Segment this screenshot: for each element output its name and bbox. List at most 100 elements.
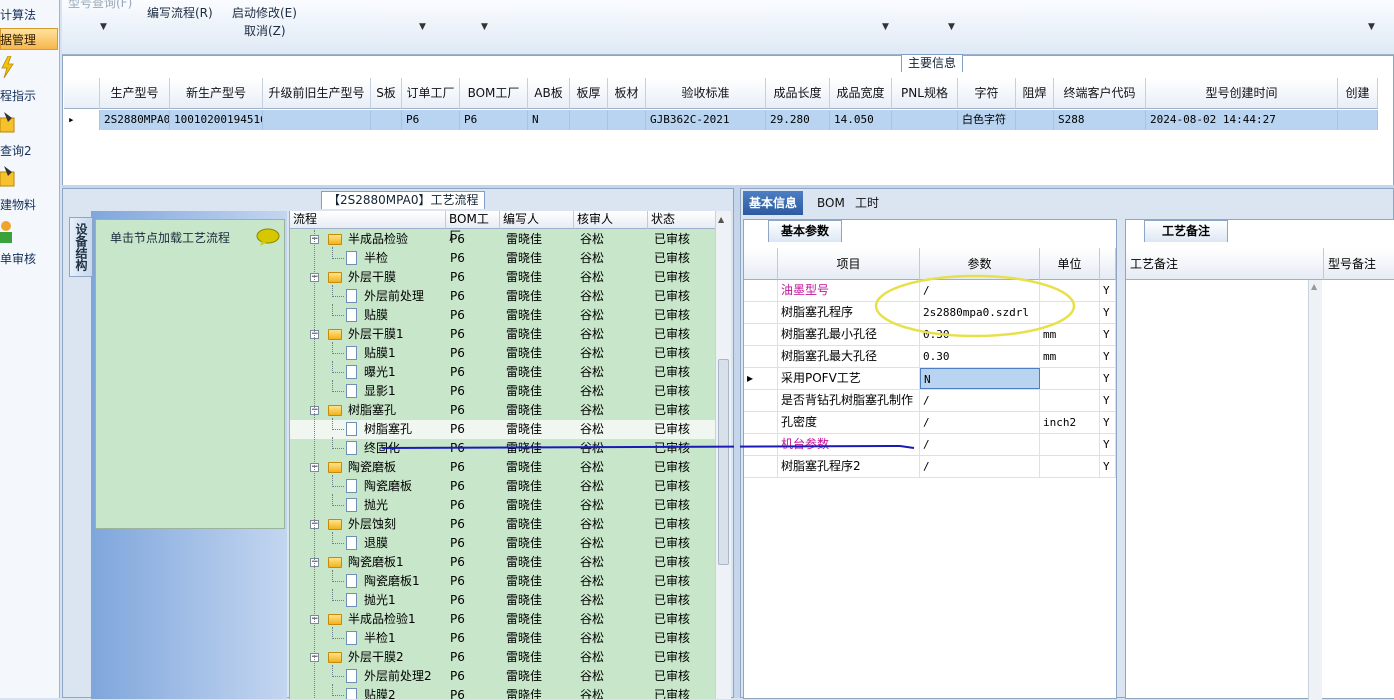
vertical-splitter[interactable] bbox=[734, 188, 740, 698]
device-structure-tab[interactable]: 设备结构 bbox=[69, 217, 93, 277]
table-cell[interactable]: 2024-08-02 14:44:27 bbox=[1146, 110, 1338, 130]
chevron-down-icon[interactable]: ▼ bbox=[948, 22, 955, 32]
param-value[interactable]: N bbox=[920, 368, 1040, 389]
edit-flow-button[interactable]: 编写流程(R) bbox=[147, 4, 213, 21]
col-header[interactable]: 创建 bbox=[1338, 78, 1378, 109]
table-cell[interactable]: 29.280 bbox=[766, 110, 830, 130]
tree-row[interactable]: 陶瓷磨板1 P6 雷晓佳 谷松 已审核 bbox=[290, 570, 715, 591]
param-value[interactable]: / bbox=[920, 434, 1040, 455]
col-header[interactable]: 字符 bbox=[958, 78, 1016, 109]
table-cell[interactable] bbox=[570, 110, 608, 130]
table-cell[interactable] bbox=[1016, 110, 1054, 130]
col-header[interactable]: 板厚 bbox=[570, 78, 608, 109]
nav-item-create-material[interactable]: 建物料 bbox=[0, 196, 36, 213]
tree-row[interactable]: − 外层干膜1 P6 雷晓佳 谷松 已审核 bbox=[290, 325, 715, 344]
tree-row[interactable]: − 外层干膜2 P6 雷晓佳 谷松 已审核 bbox=[290, 648, 715, 667]
table-cell[interactable]: P6 bbox=[460, 110, 528, 130]
param-row[interactable]: 孔密度 / inch2 Y bbox=[744, 412, 1116, 434]
table-cell[interactable] bbox=[608, 110, 646, 130]
nav-item-query2[interactable]: 查询2 bbox=[0, 142, 32, 159]
col-header[interactable]: 生产型号 bbox=[100, 78, 170, 109]
tree-row[interactable]: − 外层干膜 P6 雷晓佳 谷松 已审核 bbox=[290, 268, 715, 287]
col-bom-factory[interactable]: BOM工厂 bbox=[446, 211, 500, 243]
chevron-down-icon[interactable]: ▼ bbox=[481, 22, 488, 32]
col-process-remark[interactable]: 工艺备注 bbox=[1126, 248, 1324, 280]
tree-row[interactable]: 树脂塞孔 P6 雷晓佳 谷松 已审核 bbox=[290, 418, 715, 439]
param-row[interactable]: 是否背钻孔树脂塞孔制作 / Y bbox=[744, 390, 1116, 412]
nav-item-review[interactable]: 单审核 bbox=[0, 250, 36, 267]
table-cell[interactable]: 14.050 bbox=[830, 110, 892, 130]
tree-row[interactable]: 贴膜 P6 雷晓佳 谷松 已审核 bbox=[290, 304, 715, 325]
table-cell[interactable]: GJB362C-2021 bbox=[646, 110, 766, 130]
tree-row[interactable]: − 陶瓷磨板1 P6 雷晓佳 谷松 已审核 bbox=[290, 553, 715, 572]
table-cell[interactable]: P6 bbox=[402, 110, 460, 130]
col-header[interactable]: 板材 bbox=[608, 78, 646, 109]
nav-item-calc[interactable]: 计算法 bbox=[0, 6, 36, 23]
col-header[interactable]: AB板 bbox=[528, 78, 570, 109]
param-value[interactable]: / bbox=[920, 456, 1040, 477]
tree-row[interactable]: − 外层蚀刻 P6 雷晓佳 谷松 已审核 bbox=[290, 515, 715, 534]
col-header[interactable]: 成品长度 bbox=[766, 78, 830, 109]
col-header[interactable]: PNL规格 bbox=[892, 78, 958, 109]
col-writer[interactable]: 编写人 bbox=[500, 211, 574, 229]
tab-basic-info[interactable]: 基本信息 bbox=[743, 191, 804, 215]
col-flow[interactable]: 流程 bbox=[290, 211, 446, 229]
col-header[interactable]: BOM工厂 bbox=[460, 78, 528, 109]
col-header[interactable]: 订单工厂 bbox=[402, 78, 460, 109]
table-cell[interactable] bbox=[371, 110, 402, 130]
col-header[interactable]: 终端客户代码 bbox=[1054, 78, 1146, 109]
param-value[interactable]: / bbox=[920, 390, 1040, 411]
chevron-down-icon[interactable]: ▼ bbox=[419, 22, 426, 32]
basic-params-tab[interactable]: 基本参数 bbox=[768, 220, 842, 242]
table-cell[interactable] bbox=[892, 110, 958, 130]
tree-row[interactable]: − 半成品检验1 P6 雷晓佳 谷松 已审核 bbox=[290, 610, 715, 629]
flow-tab[interactable]: 【2S2880MPA0】工艺流程 bbox=[321, 191, 486, 209]
table-cell[interactable]: 2S2880MPA0 bbox=[100, 110, 170, 130]
col-header[interactable]: 型号创建时间 bbox=[1146, 78, 1338, 109]
tree-row[interactable]: 显影1 P6 雷晓佳 谷松 已审核 bbox=[290, 380, 715, 401]
col-header[interactable]: 阻焊 bbox=[1016, 78, 1054, 109]
tree-row[interactable]: 半检 P6 雷晓佳 谷松 已审核 bbox=[290, 247, 715, 268]
tree-row[interactable]: 贴膜2 P6 雷晓佳 谷松 已审核 bbox=[290, 684, 715, 699]
param-row[interactable]: 树脂塞孔最大孔径 0.30 mm Y bbox=[744, 346, 1116, 368]
tree-row[interactable]: 外层前处理 P6 雷晓佳 谷松 已审核 bbox=[290, 285, 715, 306]
col-header[interactable]: 升级前旧生产型号 bbox=[263, 78, 371, 109]
nav-item-flow-guide[interactable]: 程指示 bbox=[0, 87, 36, 104]
col-header[interactable]: 成品宽度 bbox=[830, 78, 892, 109]
remark-scrollbar[interactable]: ▲ bbox=[1308, 280, 1322, 700]
col-header[interactable]: 新生产型号 bbox=[170, 78, 263, 109]
table-cell[interactable]: 10010200194516 bbox=[170, 110, 263, 130]
main-info-tab[interactable]: 主要信息 bbox=[901, 54, 964, 72]
param-row[interactable]: 树脂塞孔程序2/ Y bbox=[744, 456, 1116, 478]
table-cell[interactable]: 白色字符 bbox=[958, 110, 1016, 130]
col-reviewer[interactable]: 核审人 bbox=[574, 211, 648, 229]
col-status[interactable]: 状态 bbox=[648, 211, 715, 229]
cancel-button[interactable]: 取消(Z) bbox=[244, 22, 286, 39]
horizontal-splitter[interactable] bbox=[62, 185, 1394, 188]
remark-tab[interactable]: 工艺备注 bbox=[1144, 220, 1228, 242]
table-cell[interactable]: N bbox=[528, 110, 570, 130]
nav-item-data-mgmt[interactable]: 据管理 bbox=[0, 31, 36, 48]
param-row[interactable]: ▸ 采用POFV工艺 N Y bbox=[744, 368, 1116, 390]
tree-row[interactable]: 贴膜1 P6 雷晓佳 谷松 已审核 bbox=[290, 342, 715, 363]
tree-row[interactable]: − 陶瓷磨板 P6 雷晓佳 谷松 已审核 bbox=[290, 458, 715, 477]
tab-work-hours[interactable]: 工时 bbox=[849, 191, 885, 215]
tree-row[interactable]: 退膜 P6 雷晓佳 谷松 已审核 bbox=[290, 532, 715, 553]
table-cell[interactable] bbox=[263, 110, 371, 130]
tree-row[interactable]: 抛光 P6 雷晓佳 谷松 已审核 bbox=[290, 494, 715, 515]
tree-row[interactable]: 陶瓷磨板 P6 雷晓佳 谷松 已审核 bbox=[290, 475, 715, 496]
chevron-down-icon[interactable]: ▼ bbox=[100, 22, 107, 32]
scroll-up-icon[interactable]: ▲ bbox=[1311, 282, 1317, 291]
tree-row[interactable]: 抛光1 P6 雷晓佳 谷松 已审核 bbox=[290, 589, 715, 610]
col-header[interactable]: 验收标准 bbox=[646, 78, 766, 109]
tree-row[interactable]: − 半成品检验 P6 雷晓佳 谷松 已审核 bbox=[290, 230, 715, 249]
param-value[interactable]: 0.30 bbox=[920, 346, 1040, 367]
chevron-down-icon[interactable]: ▼ bbox=[1368, 22, 1375, 32]
col-header[interactable]: S板 bbox=[371, 78, 402, 109]
tree-row[interactable]: 曝光1 P6 雷晓佳 谷松 已审核 bbox=[290, 361, 715, 382]
scroll-up-icon[interactable]: ▲ bbox=[718, 215, 724, 224]
param-value[interactable]: / bbox=[920, 412, 1040, 433]
tab-bom[interactable]: BOM bbox=[811, 191, 851, 215]
table-cell[interactable] bbox=[1338, 110, 1378, 130]
col-model-remark[interactable]: 型号备注 bbox=[1324, 248, 1394, 280]
